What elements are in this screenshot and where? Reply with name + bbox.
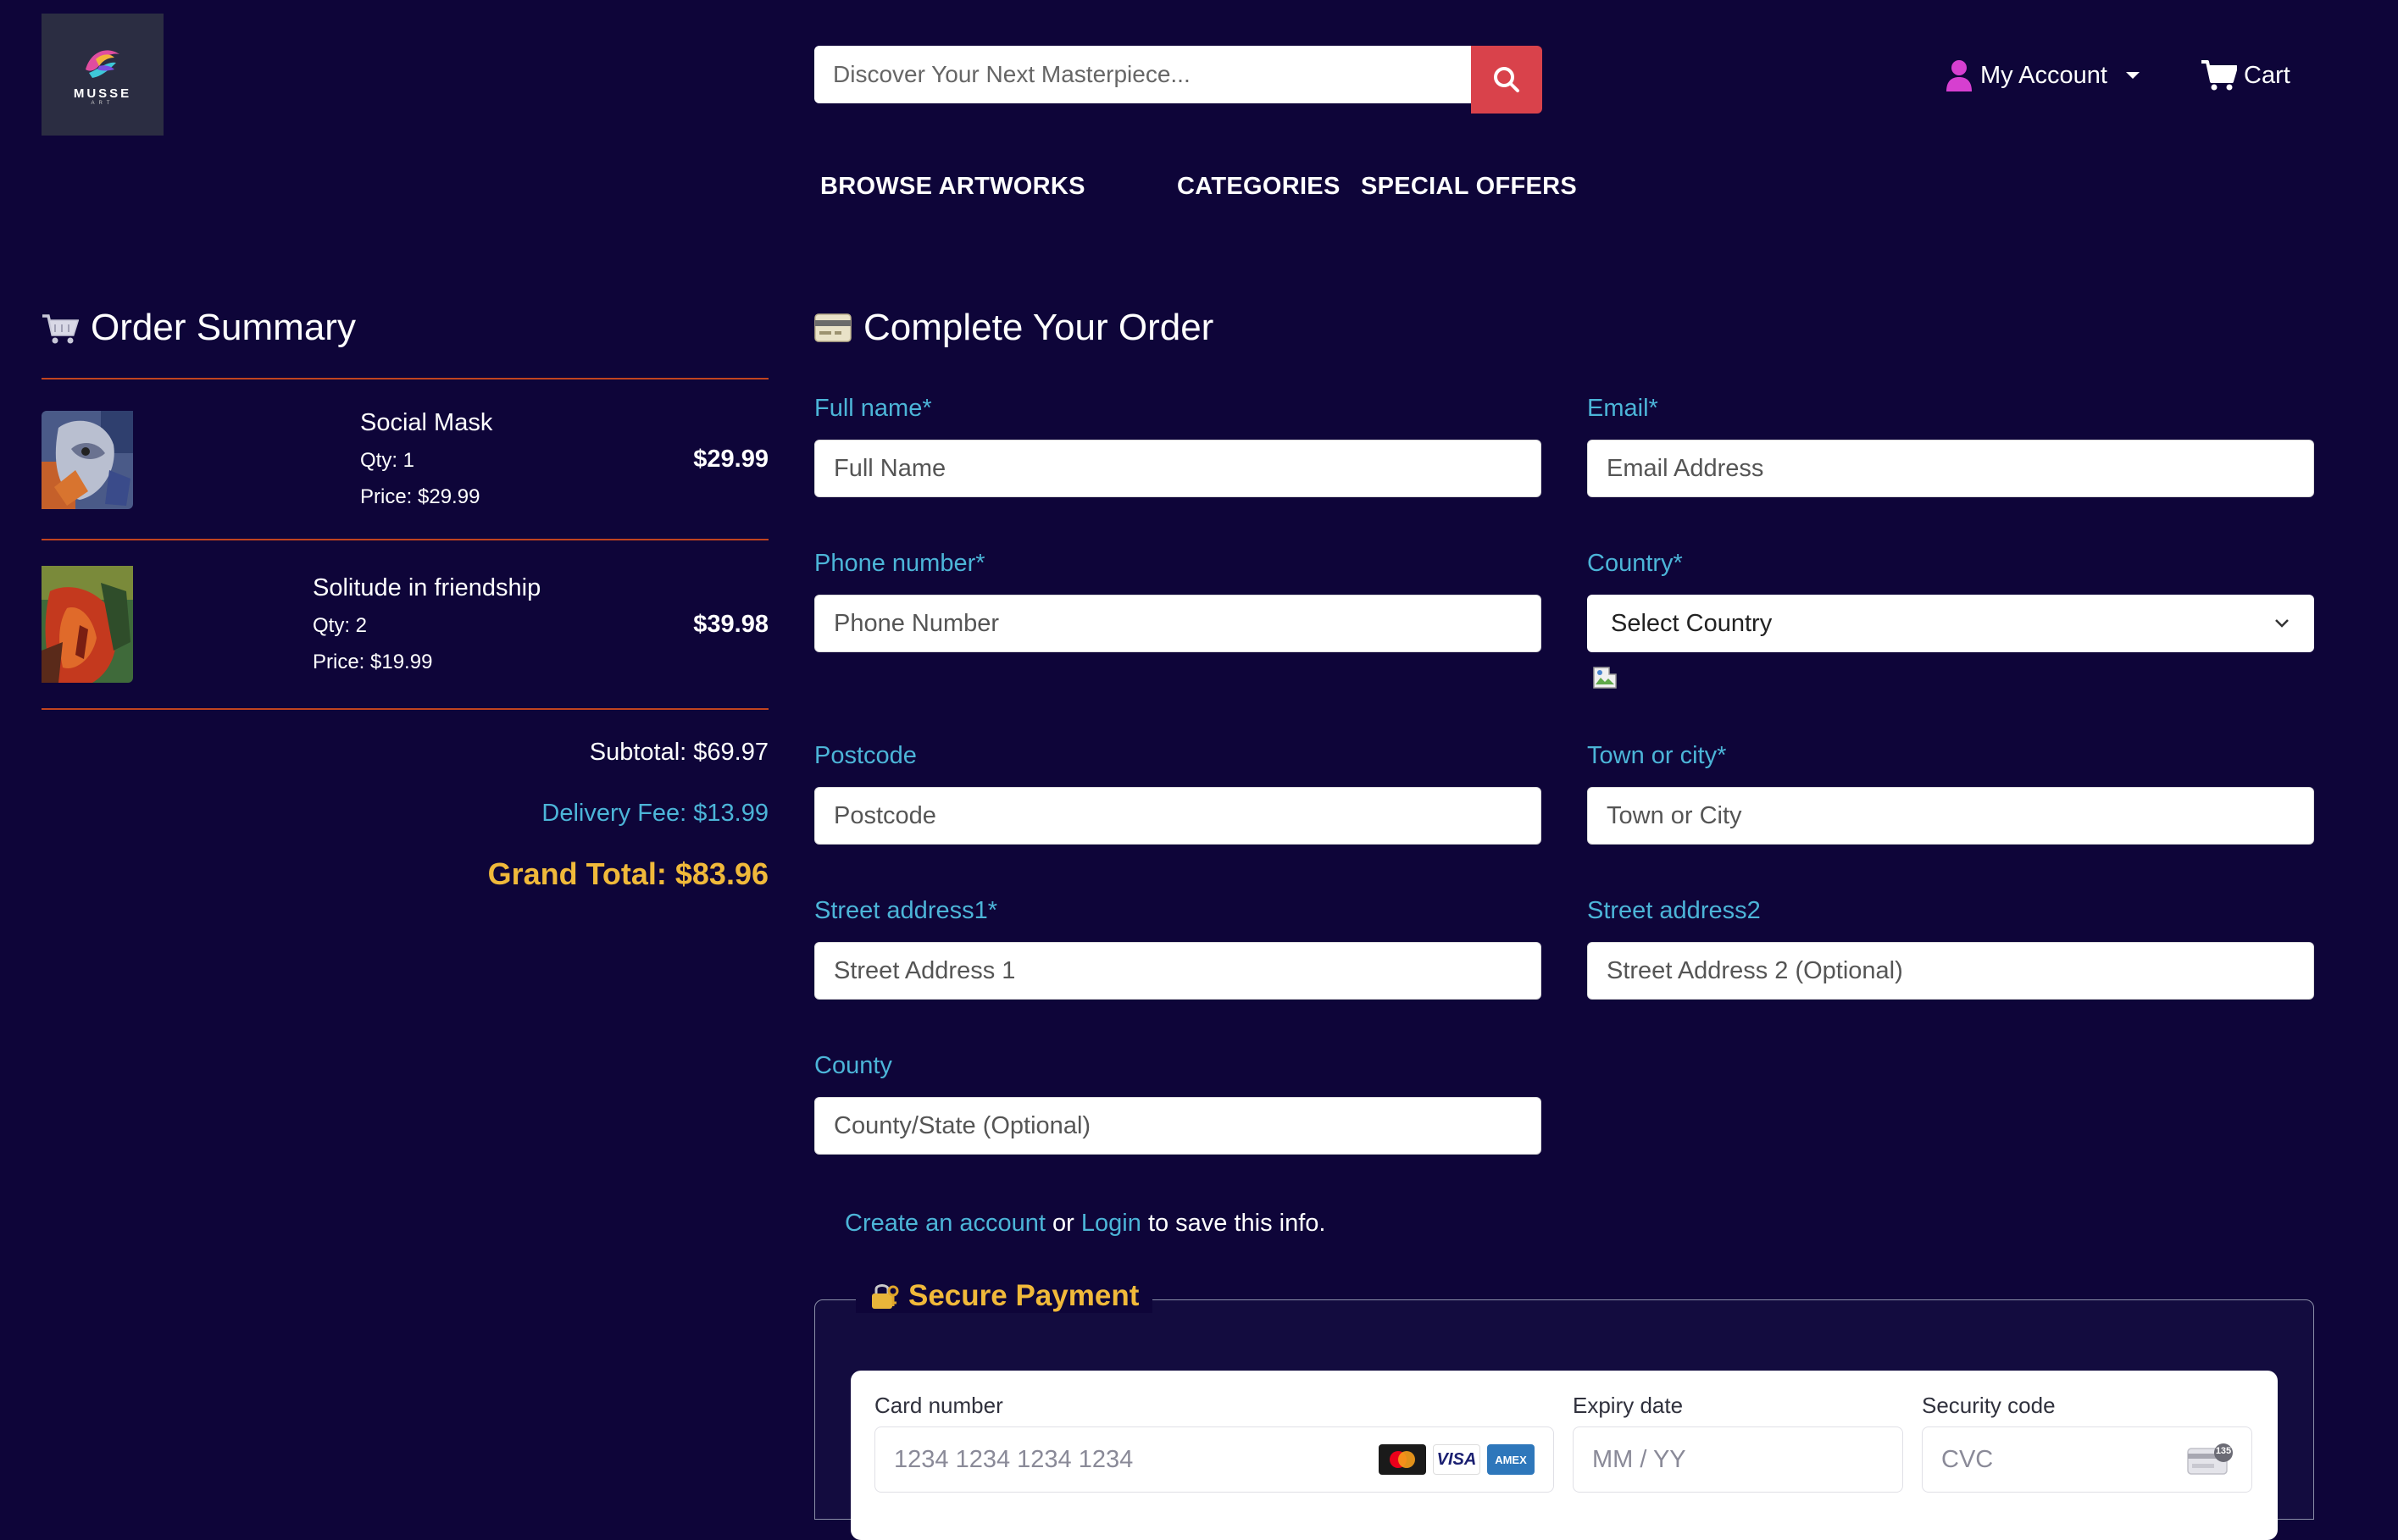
login-link[interactable]: Login [1081, 1210, 1141, 1237]
order-summary-title: Order Summary [91, 307, 356, 348]
artwork-image [42, 411, 133, 509]
cart-label: Cart [2244, 61, 2290, 89]
item-thumbnail-solitude[interactable] [42, 566, 133, 683]
phone-label: Phone number* [814, 550, 985, 577]
save-info-or: or [1052, 1210, 1074, 1237]
amex-icon: AMEX [1487, 1444, 1535, 1475]
subtotal: Subtotal: $69.97 [589, 739, 769, 766]
town-label: Town or city* [1587, 742, 1727, 769]
full-name-field[interactable] [814, 440, 1541, 497]
summary-divider [42, 539, 769, 540]
security-code-field[interactable]: CVC 135 [1922, 1426, 2252, 1493]
county-field[interactable] [814, 1097, 1541, 1155]
cart-icon [2201, 60, 2237, 91]
county-label: County [814, 1052, 892, 1079]
my-account-dropdown[interactable]: My Account [1945, 59, 2140, 91]
secure-payment-legend: Secure Payment [856, 1279, 1153, 1313]
create-account-link[interactable]: Create an account [845, 1210, 1046, 1237]
chevron-down-icon [2125, 72, 2140, 79]
save-info-prompt: Create an account or Login to save this … [845, 1210, 1326, 1238]
expiry-date-field[interactable]: MM / YY [1573, 1426, 1903, 1493]
logo-name: MUSSE [73, 86, 132, 101]
mastercard-icon [1379, 1444, 1426, 1475]
delivery-fee: Delivery Fee: $13.99 [541, 800, 769, 827]
country-select[interactable]: Select Country [1587, 595, 2314, 652]
lock-key-icon [872, 1284, 899, 1309]
town-field[interactable] [1587, 787, 2314, 845]
save-info-suffix: to save this info. [1147, 1210, 1326, 1237]
credit-card-icon [814, 313, 852, 342]
street-address2-label: Street address2 [1587, 897, 1761, 924]
nav-browse-artworks[interactable]: BROWSE ARTWORKS [820, 173, 1085, 201]
card-brands: VISA AMEX [1379, 1444, 1535, 1475]
item-qty: Qty: 2 [313, 614, 368, 637]
nav-special-offers[interactable]: SPECIAL OFFERS [1361, 173, 1577, 201]
full-name-label: Full name* [814, 395, 932, 422]
secure-payment-title: Secure Payment [908, 1279, 1140, 1312]
card-element: Card number 1234 1234 1234 1234 VISA AME… [851, 1371, 2278, 1540]
summary-divider [42, 708, 769, 710]
user-icon [1946, 60, 1972, 91]
grand-total: Grand Total: $83.96 [487, 856, 769, 891]
visa-icon: VISA [1433, 1444, 1480, 1475]
logo-brush-icon [86, 49, 119, 78]
item-total: $39.98 [693, 611, 769, 638]
logo-subtitle: ART [91, 100, 114, 106]
expiry-date-label: Expiry date [1573, 1393, 1684, 1418]
phone-field[interactable] [814, 595, 1541, 652]
country-flag-icon [1592, 666, 1618, 690]
search-bar [814, 46, 1542, 114]
search-input[interactable] [814, 46, 1471, 103]
item-name: Solitude in friendship [313, 574, 541, 601]
summary-divider [42, 378, 769, 379]
cart-link[interactable]: Cart [2201, 59, 2290, 91]
country-label: Country* [1587, 550, 1683, 577]
item-qty: Qty: 1 [360, 449, 415, 472]
nav-categories[interactable]: CATEGORIES [1177, 173, 1341, 201]
street-address1-label: Street address1* [814, 897, 998, 924]
street-address1-field[interactable] [814, 942, 1541, 1000]
complete-order-heading: Complete Your Order [814, 307, 1213, 349]
search-button[interactable] [1471, 46, 1542, 114]
search-icon [1494, 67, 1519, 92]
expiry-date-placeholder: MM / YY [1592, 1445, 1686, 1473]
shopping-cart-icon [42, 314, 79, 344]
chevron-down-icon [2275, 619, 2289, 628]
site-logo[interactable]: MUSSE ART [42, 14, 164, 136]
card-number-field[interactable]: 1234 1234 1234 1234 VISA AMEX [874, 1426, 1554, 1493]
item-name: Social Mask [360, 409, 493, 436]
my-account-label: My Account [1980, 61, 2107, 89]
artwork-image [42, 566, 133, 683]
postcode-field[interactable] [814, 787, 1541, 845]
item-total: $29.99 [693, 446, 769, 473]
item-price: Price: $19.99 [313, 651, 433, 673]
item-thumbnail-social-mask[interactable] [42, 411, 133, 509]
complete-order-title: Complete Your Order [863, 307, 1214, 348]
street-address2-field[interactable] [1587, 942, 2314, 1000]
security-code-placeholder: CVC [1941, 1445, 1994, 1473]
card-number-placeholder: 1234 1234 1234 1234 [894, 1445, 1134, 1473]
card-number-label: Card number [874, 1393, 1003, 1418]
cvc-badge-text: 135 [2215, 1446, 2232, 1456]
postcode-label: Postcode [814, 742, 917, 769]
order-summary-heading: Order Summary [42, 307, 356, 349]
country-select-value: Select Country [1611, 609, 1773, 637]
item-price: Price: $29.99 [360, 485, 480, 508]
email-field[interactable] [1587, 440, 2314, 497]
email-label: Email* [1587, 395, 1658, 422]
security-code-label: Security code [1922, 1393, 2056, 1418]
cvc-card-icon: 135 [2187, 1443, 2233, 1476]
